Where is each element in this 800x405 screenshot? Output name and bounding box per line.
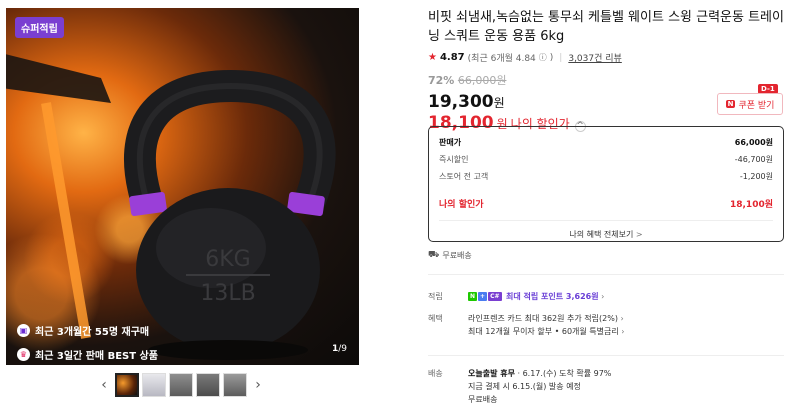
view-all-benefits-label: 나의 혜택 전체보기 bbox=[569, 230, 634, 239]
rating-row: ★ 4.87 (최근 6개월 4.84 ⓘ) | 3,037건 리뷰 bbox=[428, 51, 784, 64]
breakdown-row: 즉시할인 -46,700원 bbox=[439, 151, 773, 168]
delivery-label: 배송 bbox=[428, 369, 443, 378]
installment-benefit-text: 최대 12개월 무이자 할부 • 60개월 특별금리 bbox=[468, 327, 619, 336]
max-points-link[interactable]: 최대 적립 포인트 3,626원 bbox=[506, 292, 599, 301]
price-breakdown-box: 판매가 66,000원 즉시할인 -46,700원 스토어 전 고객 -1,20… bbox=[428, 126, 784, 242]
delivery-status: 오늘출발 휴무 bbox=[468, 369, 515, 378]
points-badges: N + C# bbox=[468, 292, 502, 301]
thumbnail-4[interactable] bbox=[196, 373, 220, 397]
breakdown-label: 판매가 bbox=[439, 138, 462, 147]
rating-detail: (최근 6개월 4.84 bbox=[467, 54, 536, 64]
thumbnail-3[interactable] bbox=[169, 373, 193, 397]
chevron-right-icon: › bbox=[620, 314, 624, 323]
benefits-value: 라인프렌즈 카드 최대 362원 추가 적립(2%) › 최대 12개월 무이자… bbox=[468, 312, 625, 338]
rating-detail-end: ) bbox=[549, 52, 554, 63]
best-seller-icon: ♛ bbox=[17, 348, 30, 361]
star-icon: ★ bbox=[428, 52, 437, 63]
card-benefit-link[interactable]: 라인프렌즈 카드 최대 362원 추가 적립(2%) › bbox=[468, 312, 625, 325]
sale-price: 19,300 bbox=[428, 92, 494, 112]
divider bbox=[428, 274, 784, 275]
breakdown-my-price-value: 18,100원 bbox=[729, 200, 773, 210]
breakdown-my-price-label: 나의 할인가 bbox=[439, 200, 484, 210]
thumbnail-2[interactable] bbox=[142, 373, 166, 397]
promo-repurchase-text: 최근 3개월간 55명 재구매 bbox=[35, 327, 150, 338]
promo-best-text: 최근 3일간 판매 BEST 상품 bbox=[35, 351, 158, 362]
delivery-fee: 무료배송 bbox=[468, 395, 498, 404]
chevron-right-icon[interactable]: › bbox=[250, 377, 266, 393]
repurchase-icon: ▣ bbox=[17, 324, 30, 337]
coupon-icon: N bbox=[725, 100, 736, 108]
breakdown-row: 판매가 66,000원 bbox=[439, 134, 773, 151]
original-price: 66,000원 bbox=[457, 74, 507, 87]
thumbnail-strip: ‹ › bbox=[96, 373, 266, 397]
delivery-dispatch: 지금 결제 시 6.15.(월) 발송 예정 bbox=[468, 382, 581, 391]
free-shipping-tag: ⛟ 무료배송 bbox=[428, 250, 472, 261]
divider: | bbox=[559, 52, 563, 63]
sale-price-unit: 원 bbox=[493, 96, 505, 110]
points-value: N + C# 최대 적립 포인트 3,626원 › bbox=[468, 290, 604, 303]
breakdown-value: -1,200원 bbox=[739, 172, 773, 181]
truck-icon: ⛟ bbox=[428, 250, 440, 260]
coupon-label: 쿠폰 받기 bbox=[738, 100, 775, 111]
free-shipping-label: 무료배송 bbox=[442, 251, 472, 260]
get-coupon-button[interactable]: N 쿠폰 받기 bbox=[717, 93, 783, 115]
breakdown-label: 즉시할인 bbox=[439, 155, 469, 164]
card-benefit-text: 라인프렌즈 카드 최대 362원 추가 적립(2%) bbox=[468, 314, 618, 323]
breakdown-value: 66,000원 bbox=[734, 138, 773, 147]
kettlebell-image: 6KG 13LB bbox=[6, 54, 336, 360]
delivery-eta: · 6.17.(수) 도착 확률 97% bbox=[514, 369, 612, 378]
thumbnail-5[interactable] bbox=[223, 373, 247, 397]
chevron-right-icon: > bbox=[635, 230, 643, 239]
chevron-left-icon[interactable]: ‹ bbox=[96, 377, 112, 393]
divider bbox=[428, 355, 784, 356]
promo-repurchase: ▣ 최근 3개월간 55명 재구매 bbox=[17, 323, 149, 338]
chevron-right-icon: › bbox=[621, 327, 625, 336]
breakdown-my-price-row: 나의 할인가 18,100원 bbox=[439, 195, 773, 212]
product-main-image[interactable]: 6KG 13LB 슈퍼적립 ▣ 최근 3개월간 55명 재구매 ♛ 최근 3일간… bbox=[6, 8, 359, 365]
view-all-benefits-link[interactable]: 나의 혜택 전체보기 > bbox=[439, 229, 773, 240]
page-total: /9 bbox=[338, 344, 347, 354]
benefits-label: 혜택 bbox=[428, 314, 443, 323]
breakdown-row: 스토어 전 고객 -1,200원 bbox=[439, 168, 773, 185]
kettlebell-weight-kg: 6KG bbox=[205, 247, 250, 272]
product-title: 비핏 쇠냄새,녹슴없는 통무쇠 케틀벨 웨이트 스윙 근력운동 트레이닝 스쿼트… bbox=[428, 10, 784, 44]
discount-percent: 72% bbox=[428, 74, 455, 87]
membership-badge: C# bbox=[488, 292, 502, 301]
image-page-indicator: 1/9 bbox=[332, 344, 347, 354]
discount-row: 72% 66,000원 bbox=[428, 72, 784, 88]
plus-badge: + bbox=[478, 292, 488, 301]
review-count-link[interactable]: 3,037건 리뷰 bbox=[568, 51, 621, 64]
chevron-right-icon[interactable]: › bbox=[601, 292, 604, 301]
rating-score: 4.87 bbox=[439, 52, 465, 63]
divider bbox=[439, 220, 773, 221]
naver-pay-badge: N bbox=[468, 292, 478, 301]
installment-benefit-link[interactable]: 최대 12개월 무이자 할부 • 60개월 특별금리 › bbox=[468, 325, 625, 338]
points-label: 적립 bbox=[428, 292, 443, 301]
promo-best-seller: ♛ 최근 3일간 판매 BEST 상품 bbox=[17, 347, 158, 362]
breakdown-value: -46,700원 bbox=[734, 155, 773, 164]
breakdown-label: 스토어 전 고객 bbox=[439, 172, 489, 181]
super-points-badge: 슈퍼적립 bbox=[15, 17, 64, 38]
kettlebell-weight-lb: 13LB bbox=[200, 281, 255, 306]
thumbnail-1[interactable] bbox=[115, 373, 139, 397]
info-icon[interactable]: ⓘ bbox=[539, 52, 547, 63]
delivery-value: 오늘출발 휴무 · 6.17.(수) 도착 확률 97% 지금 결제 시 6.1… bbox=[468, 367, 611, 405]
